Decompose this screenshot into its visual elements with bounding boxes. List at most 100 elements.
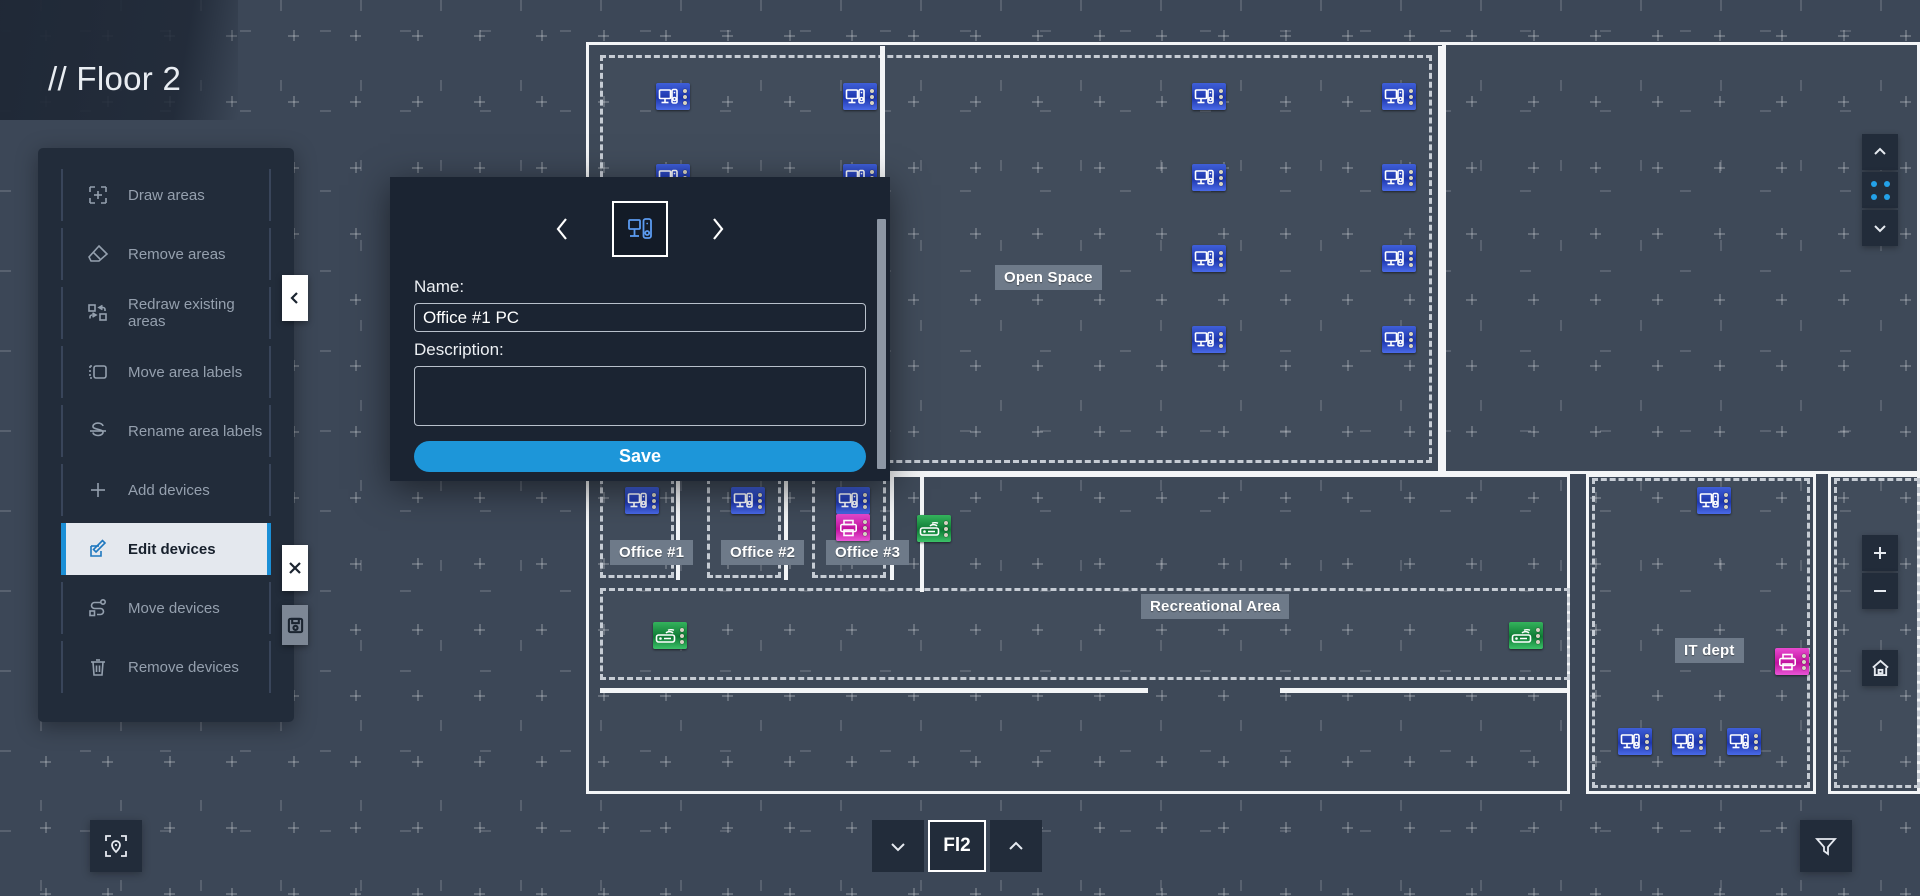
grid-cross bbox=[102, 30, 113, 41]
grid-cross bbox=[350, 360, 361, 371]
device-name-input[interactable] bbox=[414, 303, 866, 332]
zoom-out-button[interactable] bbox=[1862, 573, 1898, 609]
device-description-input[interactable] bbox=[414, 366, 866, 426]
next-device-type-button[interactable] bbox=[704, 209, 730, 249]
sidebar-item-move-devices[interactable]: Move devices bbox=[61, 582, 271, 634]
device-status-dots bbox=[867, 83, 877, 110]
area-label[interactable]: Office #3 bbox=[826, 540, 910, 565]
device-pc[interactable] bbox=[843, 83, 877, 110]
pencil-square-icon bbox=[81, 534, 115, 564]
floor-down-button[interactable] bbox=[872, 820, 924, 872]
pc-glyph-icon bbox=[1384, 169, 1404, 185]
close-panel-tab[interactable] bbox=[282, 545, 308, 591]
area-label[interactable]: Office #2 bbox=[721, 540, 805, 565]
area-label[interactable]: Office #1 bbox=[610, 540, 694, 565]
save-panel-tab[interactable] bbox=[282, 605, 308, 645]
grid-cross bbox=[1404, 822, 1415, 833]
save-button[interactable]: Save bbox=[414, 441, 866, 472]
device-pc[interactable] bbox=[836, 487, 870, 514]
device-router[interactable] bbox=[653, 622, 687, 649]
grid-cross bbox=[474, 30, 485, 41]
area-label[interactable]: IT dept bbox=[1675, 638, 1744, 663]
locate-button[interactable] bbox=[90, 820, 142, 872]
grid-cross bbox=[226, 756, 237, 767]
sidebar-item-remove-devices[interactable]: Remove devices bbox=[61, 641, 271, 693]
area-label[interactable]: Recreational Area bbox=[1141, 594, 1290, 619]
device-pc[interactable] bbox=[625, 487, 659, 514]
home-icon bbox=[1871, 659, 1889, 677]
device-pc[interactable] bbox=[1382, 326, 1416, 353]
device-status-dots bbox=[1751, 728, 1761, 755]
pc-glyph-icon bbox=[1729, 733, 1749, 749]
device-pc[interactable] bbox=[1618, 728, 1652, 755]
device-pc[interactable] bbox=[1192, 326, 1226, 353]
pc-glyph-icon bbox=[733, 492, 753, 508]
device-pc[interactable] bbox=[1382, 164, 1416, 191]
grid-cross bbox=[1652, 822, 1663, 833]
grid-cross bbox=[412, 888, 423, 896]
redraw-icon bbox=[81, 298, 115, 328]
pc-glyph-icon bbox=[1194, 88, 1214, 104]
device-pc[interactable] bbox=[1192, 245, 1226, 272]
device-type-icon-button[interactable] bbox=[612, 201, 668, 257]
grid-cross bbox=[288, 756, 299, 767]
device-status-dots bbox=[1406, 83, 1416, 110]
pan-mode-button[interactable] bbox=[1862, 172, 1898, 208]
device-pc[interactable] bbox=[656, 83, 690, 110]
grid-cross bbox=[1466, 30, 1477, 41]
grid-cross bbox=[164, 822, 175, 833]
move-path-icon bbox=[81, 593, 115, 623]
grid-cross bbox=[908, 30, 919, 41]
device-pc[interactable] bbox=[1382, 245, 1416, 272]
grid-cross bbox=[350, 228, 361, 239]
chevron-left-icon bbox=[556, 218, 567, 240]
floor-up-button[interactable] bbox=[990, 820, 1042, 872]
grid-cross bbox=[722, 888, 733, 896]
grid-cross bbox=[536, 492, 547, 503]
zoom-in-button[interactable] bbox=[1862, 535, 1898, 571]
device-pc[interactable] bbox=[1697, 487, 1731, 514]
area-recreational[interactable] bbox=[600, 588, 1570, 680]
device-glyph bbox=[653, 622, 677, 649]
current-floor-label[interactable]: Fl2 bbox=[928, 820, 986, 872]
device-pc[interactable] bbox=[1382, 83, 1416, 110]
home-view-button[interactable] bbox=[1862, 650, 1898, 686]
pc-glyph-icon bbox=[1384, 250, 1404, 266]
sidebar-item-redraw-existing-areas[interactable]: Redraw existing areas bbox=[61, 287, 271, 339]
device-pc[interactable] bbox=[1672, 728, 1706, 755]
sidebar-item-edit-devices[interactable]: Edit devices bbox=[61, 523, 271, 575]
collapse-panel-tab[interactable] bbox=[282, 275, 308, 321]
filter-button[interactable] bbox=[1800, 820, 1852, 872]
device-pc[interactable] bbox=[1192, 164, 1226, 191]
device-pc[interactable] bbox=[1192, 83, 1226, 110]
modal-scrollbar[interactable] bbox=[877, 219, 886, 469]
nav-up-button[interactable] bbox=[1862, 134, 1898, 170]
sidebar-item-move-area-labels[interactable]: Move area labels bbox=[61, 346, 271, 398]
grid-cross bbox=[1342, 30, 1353, 41]
device-pc[interactable] bbox=[731, 487, 765, 514]
sidebar-item-draw-areas[interactable]: Draw areas bbox=[61, 169, 271, 221]
device-pc[interactable] bbox=[1727, 728, 1761, 755]
grid-cross bbox=[1280, 30, 1291, 41]
prev-device-type-button[interactable] bbox=[550, 209, 576, 249]
sidebar-item-rename-area-labels[interactable]: Rename area labels bbox=[61, 405, 271, 457]
device-printer[interactable] bbox=[1775, 648, 1809, 675]
sidebar-item-label: Remove devices bbox=[128, 658, 239, 676]
device-status-dots bbox=[1406, 326, 1416, 353]
grid-cross bbox=[1156, 30, 1167, 41]
area-label[interactable]: Open Space bbox=[995, 265, 1102, 290]
device-router[interactable] bbox=[917, 515, 951, 542]
device-printer[interactable] bbox=[836, 514, 870, 541]
device-router[interactable] bbox=[1509, 622, 1543, 649]
sidebar-item-add-devices[interactable]: Add devices bbox=[61, 464, 271, 516]
plus-icon bbox=[81, 475, 115, 505]
grid-cross bbox=[1776, 30, 1787, 41]
device-glyph bbox=[1775, 648, 1799, 675]
nav-down-button[interactable] bbox=[1862, 210, 1898, 246]
pc-glyph-icon bbox=[838, 492, 858, 508]
minus-icon bbox=[1874, 590, 1886, 592]
device-status-dots bbox=[941, 515, 951, 542]
sidebar-item-remove-areas[interactable]: Remove areas bbox=[61, 228, 271, 280]
area-east-strip[interactable] bbox=[1834, 478, 1920, 788]
pc-glyph-icon bbox=[1194, 169, 1214, 185]
